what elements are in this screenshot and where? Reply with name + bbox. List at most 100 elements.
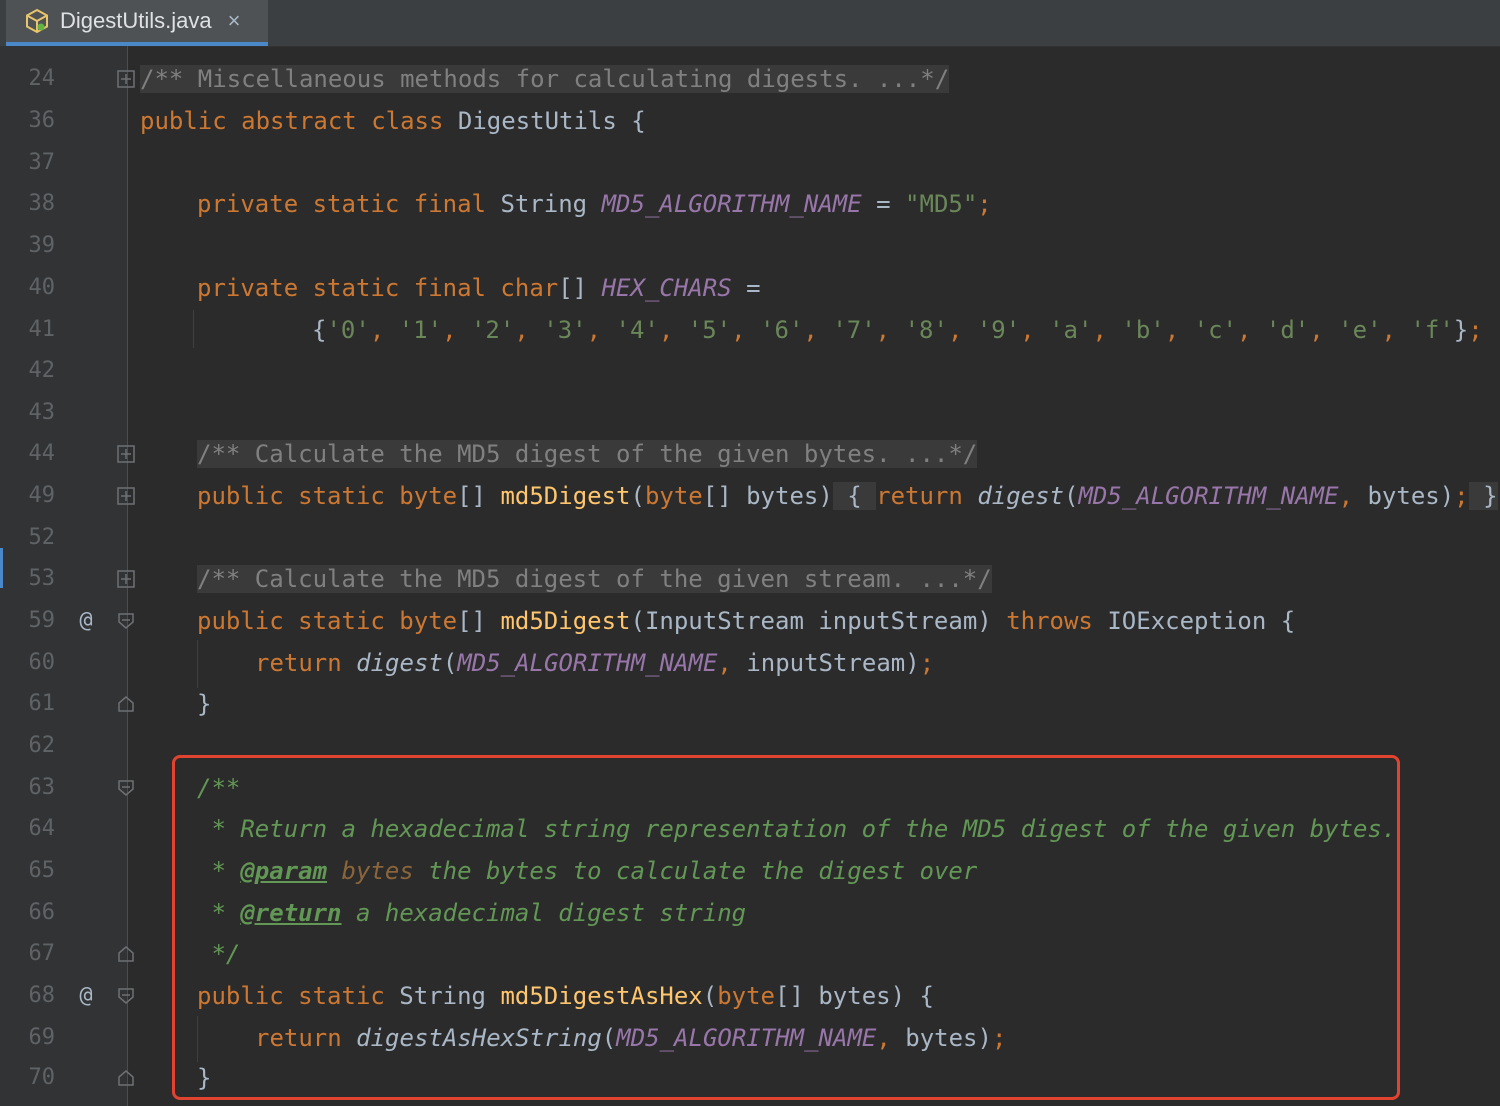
code-line[interactable]: 41 {'0', '1', '2', '3', '4', '5', '6', '… [0, 309, 1500, 351]
comma: , [876, 1024, 906, 1052]
folded-brace[interactable]: { [832, 482, 877, 510]
keyword: private static final char [197, 274, 559, 302]
fold-collapse-icon[interactable] [117, 987, 135, 1005]
code-line[interactable]: 68 @ public static String md5DigestAsHex… [0, 975, 1500, 1017]
params: [] bytes) [702, 482, 833, 510]
code-text: return digest(MD5_ALGORITHM_NAME, inputS… [255, 642, 934, 684]
folded-brace[interactable]: } [1468, 482, 1498, 510]
code-line[interactable]: 40 private static final char[] HEX_CHARS… [0, 267, 1500, 309]
line-number: 64 [28, 816, 56, 841]
keyword: public static [197, 982, 400, 1010]
char-literal: '7' [832, 316, 876, 344]
tab-digestutils[interactable]: DigestUtils.java × [6, 0, 268, 46]
semicolon: ; [1468, 316, 1483, 344]
comma: , [1237, 316, 1266, 344]
code-text: * @param bytes the bytes to calculate th… [197, 850, 977, 892]
code-line[interactable]: 67 */ [0, 933, 1500, 975]
keyword: return [876, 482, 978, 510]
semicolon: ; [991, 1024, 1007, 1052]
javadoc-text: */ [197, 940, 241, 968]
line-number: 65 [28, 858, 56, 883]
code-text: * @return a hexadecimal digest string [197, 892, 746, 934]
line-number: 36 [28, 108, 56, 133]
char-literal: '5' [687, 316, 732, 344]
params: (InputStream inputStream) [630, 607, 1007, 635]
fold-end-icon[interactable] [117, 945, 135, 963]
fold-expand-icon[interactable] [117, 570, 135, 588]
fold-collapse-icon[interactable] [117, 779, 135, 797]
comma: , [1338, 482, 1368, 510]
type-suffix: [] [457, 607, 501, 635]
code-line[interactable]: 64 * Return a hexadecimal string represe… [0, 808, 1500, 850]
fold-end-icon[interactable] [117, 1069, 135, 1087]
folded-javadoc[interactable]: /** Calculate the MD5 digest of the give… [197, 565, 992, 593]
code-line[interactable]: 37 [0, 142, 1500, 184]
override-marker-icon[interactable]: @ [74, 975, 98, 1017]
code-line[interactable]: 69 return digestAsHexString(MD5_ALGORITH… [0, 1017, 1500, 1059]
operator: = [731, 274, 761, 302]
code-line[interactable]: 59 @ public static byte[] md5Digest(Inpu… [0, 600, 1500, 642]
code-text: public static byte[] md5Digest(byte[] by… [197, 475, 1498, 517]
comma: , [803, 316, 833, 344]
brace: } [197, 1064, 212, 1092]
comma: , [1164, 316, 1194, 344]
line-number: 44 [28, 441, 56, 466]
fold-end-icon[interactable] [117, 695, 135, 713]
code-line[interactable]: 63 /** [0, 767, 1500, 809]
exception-type: IOException { [1107, 607, 1296, 635]
fold-collapse-icon[interactable] [117, 612, 135, 630]
code-text: public static String md5DigestAsHex(byte… [197, 975, 934, 1017]
folded-javadoc[interactable]: /** Miscellaneous methods for calculatin… [140, 65, 950, 93]
string-literal: "MD5" [905, 190, 978, 218]
args: bytes) [905, 1024, 992, 1052]
code-line[interactable]: 42 [0, 350, 1500, 392]
code-line[interactable]: 61 } [0, 683, 1500, 725]
static-method-call: digest [977, 482, 1065, 510]
code-line[interactable]: 43 [0, 392, 1500, 434]
line-number: 37 [28, 150, 56, 175]
keyword: return [255, 1024, 357, 1052]
line-number: 24 [28, 66, 56, 91]
line-number: 70 [28, 1065, 56, 1090]
char-literal: 'c' [1193, 316, 1237, 344]
code-line[interactable]: 70 } [0, 1057, 1500, 1099]
line-number: 42 [28, 358, 56, 383]
javadoc-tag[interactable]: @return [240, 899, 341, 927]
code-line[interactable]: 52 [0, 517, 1500, 559]
code-text: return digestAsHexString(MD5_ALGORITHM_N… [255, 1017, 1006, 1059]
comma: , [1092, 316, 1122, 344]
args: inputStream) [746, 649, 920, 677]
code-line[interactable]: 66 * @return a hexadecimal digest string [0, 892, 1500, 934]
brace: { [312, 316, 327, 344]
override-marker-icon[interactable]: @ [74, 600, 98, 642]
type-name: String [399, 982, 501, 1010]
code-text: private static final char[] HEX_CHARS = [197, 267, 761, 309]
type-suffix: [] [558, 274, 602, 302]
code-text: } [197, 683, 211, 725]
close-tab-icon[interactable]: × [228, 8, 241, 34]
code-line[interactable]: 49 public static byte[] md5Digest(byte[]… [0, 475, 1500, 517]
code-line[interactable]: 44 /** Calculate the MD5 digest of the g… [0, 433, 1500, 475]
operator: = [861, 190, 906, 218]
fold-expand-icon[interactable] [117, 70, 135, 88]
code-line[interactable]: 24 /** Miscellaneous methods for calcula… [0, 58, 1500, 100]
javadoc-tag[interactable]: @param [240, 857, 327, 885]
code-line[interactable]: 53 /** Calculate the MD5 digest of the g… [0, 558, 1500, 600]
code-line[interactable]: 39 [0, 225, 1500, 267]
char-literal: '4' [615, 316, 659, 344]
folded-javadoc[interactable]: /** Calculate the MD5 digest of the give… [197, 440, 978, 468]
char-literal: 'e' [1338, 316, 1382, 344]
code-line[interactable]: 60 return digest(MD5_ALGORITHM_NAME, inp… [0, 642, 1500, 684]
code-line[interactable]: 65 * @param bytes the bytes to calculate… [0, 850, 1500, 892]
code-line[interactable]: 36 public abstract class DigestUtils { [0, 100, 1500, 142]
code-text: /** Calculate the MD5 digest of the give… [197, 558, 992, 600]
fold-expand-icon[interactable] [117, 445, 135, 463]
code-line[interactable]: 62 [0, 725, 1500, 767]
semicolon: ; [919, 649, 935, 677]
javadoc-text: * [197, 857, 241, 885]
brace: } [197, 690, 212, 718]
comma: , [717, 649, 747, 677]
javadoc-text: a hexadecimal digest string [341, 899, 747, 927]
fold-expand-icon[interactable] [117, 487, 135, 505]
code-line[interactable]: 38 private static final String MD5_ALGOR… [0, 183, 1500, 225]
